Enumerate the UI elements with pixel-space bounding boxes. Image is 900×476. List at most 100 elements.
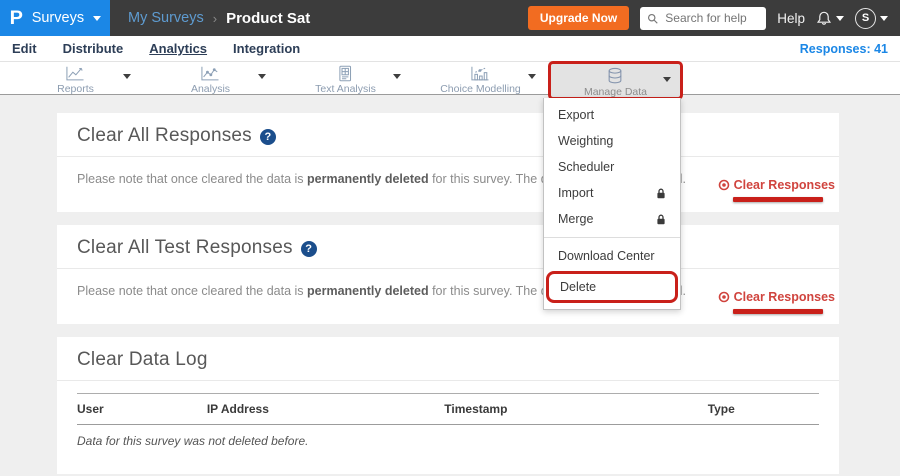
section-title: Clear Data Log: [77, 349, 208, 371]
tab-analytics[interactable]: Analytics: [149, 41, 207, 56]
clear-all-test-responses-card: Clear All Test Responses ? Please note t…: [57, 225, 839, 324]
toolbar-text-analysis-button[interactable]: Text Analysis: [278, 62, 413, 94]
breadcrumb-my-surveys[interactable]: My Surveys: [128, 10, 204, 26]
page: P Surveys My Surveys › Product Sat Upgra…: [0, 0, 900, 476]
toolbar-analysis-button[interactable]: Analysis: [143, 62, 278, 94]
annotation-underline: [733, 197, 823, 202]
menu-item-label: Export: [558, 108, 594, 122]
card-header: Clear All Responses ?: [57, 113, 839, 157]
spacer: [0, 324, 900, 337]
menu-item-label: Scheduler: [558, 160, 614, 174]
chevron-down-icon[interactable]: [123, 74, 131, 79]
chevron-down-icon: [880, 16, 888, 21]
chevron-down-icon[interactable]: [528, 74, 536, 79]
help-search-box[interactable]: [640, 7, 766, 30]
clear-all-responses-card: Clear All Responses ? Please note that o…: [57, 113, 839, 212]
column-header-timestamp: Timestamp: [444, 394, 707, 425]
card-body: Please note that once cleared the data i…: [57, 269, 839, 324]
column-header-type: Type: [708, 394, 819, 425]
chevron-down-icon: [836, 16, 844, 21]
toolbar-reports-button[interactable]: Reports: [8, 62, 143, 94]
table-header-row: User IP Address Timestamp Type: [77, 394, 819, 425]
help-question-icon[interactable]: ?: [301, 241, 317, 257]
menu-divider: [544, 237, 680, 238]
chevron-down-icon[interactable]: [258, 74, 266, 79]
note-bold: permanently deleted: [307, 284, 429, 298]
analytics-toolbar: Reports Analysis: [0, 62, 900, 95]
breadcrumb-separator: ›: [213, 11, 217, 26]
toolbar-choice-modelling-button[interactable]: Choice Modelling: [413, 62, 548, 94]
chevron-down-icon: [93, 16, 101, 21]
annotation-underline: [733, 309, 823, 314]
tab-integration[interactable]: Integration: [233, 41, 300, 56]
spacer: [0, 212, 900, 225]
empty-log-message: Data for this survey was not deleted bef…: [77, 425, 819, 452]
lock-icon: [656, 188, 666, 199]
note-bold: permanently deleted: [307, 172, 429, 186]
top-header-bar: P Surveys My Surveys › Product Sat Upgra…: [0, 0, 900, 36]
avatar: S: [855, 8, 876, 29]
breadcrumb: My Surveys › Product Sat: [128, 10, 310, 27]
toolbar-label: Manage Data: [584, 86, 647, 98]
card-body: User IP Address Timestamp Type Data for …: [57, 381, 839, 474]
menu-item-label: Weighting: [558, 134, 613, 148]
bar-chart-icon: [469, 65, 491, 82]
breadcrumb-current-survey: Product Sat: [226, 10, 310, 27]
clear-responses-link[interactable]: Clear Responses: [718, 178, 835, 192]
lock-icon: [656, 214, 666, 225]
column-header-ip-address: IP Address: [207, 394, 444, 425]
menu-item-label: Import: [558, 186, 593, 200]
menu-item-import[interactable]: Import: [544, 180, 680, 206]
document-table-icon: [336, 65, 354, 82]
clear-test-responses-link[interactable]: Clear Responses: [718, 290, 835, 304]
menu-item-label: Download Center: [558, 249, 655, 263]
upgrade-now-button[interactable]: Upgrade Now: [528, 6, 629, 30]
scatter-chart-icon: [199, 65, 221, 82]
toolbar-label: Choice Modelling: [440, 83, 521, 95]
tab-edit[interactable]: Edit: [12, 41, 37, 56]
line-chart-icon: [64, 65, 86, 82]
responses-count-badge[interactable]: Responses: 41: [800, 42, 888, 56]
header-right-cluster: Upgrade Now Help S: [528, 6, 900, 30]
section-title: Clear All Responses: [77, 125, 252, 147]
manage-data-dropdown-menu: Export Weighting Scheduler Import Merge …: [543, 98, 681, 310]
clear-circle-icon: [718, 179, 730, 191]
menu-item-label: Delete: [560, 280, 596, 294]
chevron-down-icon[interactable]: [393, 74, 401, 79]
questionpro-logo-icon: P: [10, 9, 23, 28]
search-icon: [647, 12, 658, 25]
tab-distribute[interactable]: Distribute: [63, 41, 124, 56]
menu-item-weighting[interactable]: Weighting: [544, 128, 680, 154]
search-input[interactable]: [663, 10, 759, 26]
menu-item-download-center[interactable]: Download Center: [544, 243, 680, 269]
bell-icon: [816, 10, 832, 27]
menu-item-export[interactable]: Export: [544, 102, 680, 128]
survey-nav-bar: Edit Distribute Analytics Integration Re…: [0, 36, 900, 62]
account-menu[interactable]: S: [855, 8, 888, 29]
clear-circle-icon: [718, 291, 730, 303]
menu-item-delete[interactable]: Delete: [546, 271, 678, 303]
notifications-menu[interactable]: [816, 10, 844, 27]
surveys-app-menu[interactable]: P Surveys: [0, 0, 110, 36]
column-header-user: User: [77, 394, 207, 425]
toolbar-label: Analysis: [191, 83, 230, 95]
toolbar-label: Text Analysis: [315, 83, 376, 95]
app-menu-label: Surveys: [32, 10, 84, 26]
card-header: Clear Data Log: [57, 337, 839, 381]
menu-item-label: Merge: [558, 212, 593, 226]
help-question-icon[interactable]: ?: [260, 129, 276, 145]
toolbar-label: Reports: [57, 83, 94, 95]
card-body: Please note that once cleared the data i…: [57, 157, 839, 212]
section-title: Clear All Test Responses: [77, 237, 293, 259]
note-prefix: Please note that once cleared the data i…: [77, 284, 307, 298]
clear-data-log-card: Clear Data Log User IP Address Timestamp…: [57, 337, 839, 474]
chevron-down-icon[interactable]: [663, 77, 671, 82]
menu-item-scheduler[interactable]: Scheduler: [544, 154, 680, 180]
main-content: Clear All Responses ? Please note that o…: [0, 95, 900, 476]
clear-responses-label: Clear Responses: [734, 178, 835, 192]
help-link[interactable]: Help: [777, 11, 805, 26]
toolbar-manage-data-button[interactable]: Manage Data: [548, 61, 683, 100]
menu-item-merge[interactable]: Merge: [544, 206, 680, 232]
database-icon: [605, 67, 625, 85]
card-header: Clear All Test Responses ?: [57, 225, 839, 269]
